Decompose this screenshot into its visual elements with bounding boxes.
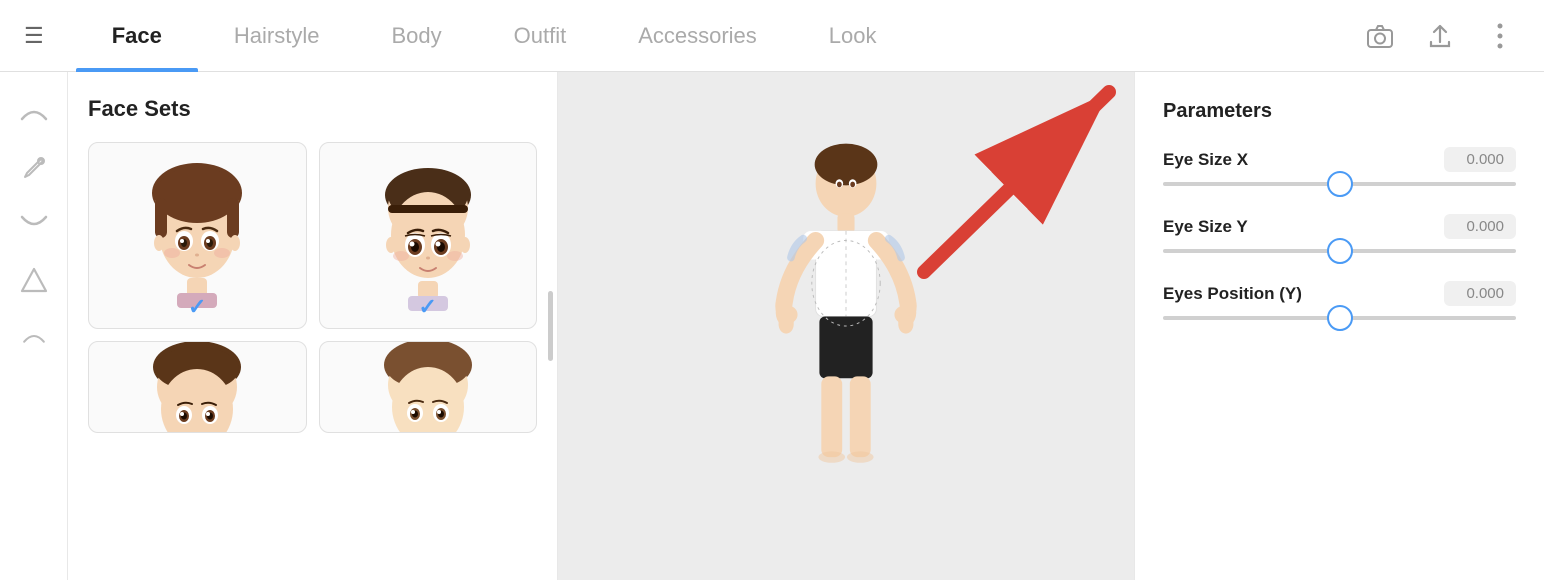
eyes-position-y-slider[interactable] [1163, 316, 1516, 320]
tab-body[interactable]: Body [355, 0, 477, 72]
face-avatar-4 [363, 342, 493, 432]
face-card-3[interactable] [88, 341, 307, 433]
left-sidebar [0, 72, 68, 580]
face-grid: ✓ [88, 142, 537, 433]
face-sets-title: Face Sets [88, 96, 537, 122]
character-preview [736, 136, 956, 516]
nav-tabs: Face Hairstyle Body Outfit Accessories L… [76, 0, 1360, 72]
tab-look[interactable]: Look [793, 0, 913, 72]
tab-hairstyle[interactable]: Hairstyle [198, 0, 356, 72]
eyes-position-y-value: 0.000 [1444, 281, 1516, 306]
eyes-position-y-label: Eyes Position (Y) [1163, 284, 1302, 304]
face-card-1-check: ✓ [188, 294, 206, 320]
eye-size-y-thumb[interactable] [1327, 238, 1353, 264]
tab-face[interactable]: Face [76, 0, 198, 72]
scroll-indicator[interactable] [548, 291, 553, 361]
eye-size-x-value: 0.000 [1444, 147, 1516, 172]
eyes-position-y-thumb[interactable] [1327, 305, 1353, 331]
camera-button[interactable] [1360, 16, 1400, 56]
share-button[interactable] [1420, 16, 1460, 56]
camera-icon [1366, 22, 1394, 50]
more-icon [1497, 23, 1503, 49]
param-eye-size-y: Eye Size Y 0.000 [1163, 214, 1516, 253]
header-icons [1360, 16, 1520, 56]
face-panel: Face Sets [68, 72, 558, 580]
parameters-title: Parameters [1163, 100, 1516, 123]
tab-accessories[interactable]: Accessories [602, 0, 793, 72]
face-card-2[interactable]: ✓ [319, 142, 538, 329]
preview-area [558, 72, 1134, 580]
sidebar-pen-tool-icon[interactable] [10, 144, 58, 192]
sidebar-arc-top-icon[interactable] [10, 88, 58, 136]
hamburger-icon[interactable]: ☰ [24, 23, 44, 49]
face-avatar-3 [132, 342, 262, 432]
face-card-4[interactable] [319, 341, 538, 433]
eye-size-y-slider[interactable] [1163, 249, 1516, 253]
face-card-1[interactable]: ✓ [88, 142, 307, 329]
sidebar-triangle-icon[interactable] [10, 256, 58, 304]
eye-size-x-slider[interactable] [1163, 182, 1516, 186]
param-eye-size-x: Eye Size X 0.000 [1163, 147, 1516, 186]
more-button[interactable] [1480, 16, 1520, 56]
share-icon [1426, 22, 1454, 50]
eye-size-x-label: Eye Size X [1163, 150, 1248, 170]
sidebar-arc-small-icon[interactable] [10, 312, 58, 360]
face-card-2-check: ✓ [419, 294, 437, 320]
header: ☰ Face Hairstyle Body Outfit Accessories… [0, 0, 1544, 72]
main-content: Face Sets [0, 72, 1544, 580]
app-container: ☰ Face Hairstyle Body Outfit Accessories… [0, 0, 1544, 580]
parameters-panel: Parameters Eye Size X 0.000 Eye Size Y 0… [1134, 72, 1544, 580]
eye-size-y-label: Eye Size Y [1163, 217, 1248, 237]
eye-size-y-value: 0.000 [1444, 214, 1516, 239]
param-eyes-position-y: Eyes Position (Y) 0.000 [1163, 281, 1516, 320]
tab-outfit[interactable]: Outfit [478, 0, 603, 72]
sidebar-arc-bottom-icon[interactable] [10, 200, 58, 248]
eye-size-x-thumb[interactable] [1327, 171, 1353, 197]
